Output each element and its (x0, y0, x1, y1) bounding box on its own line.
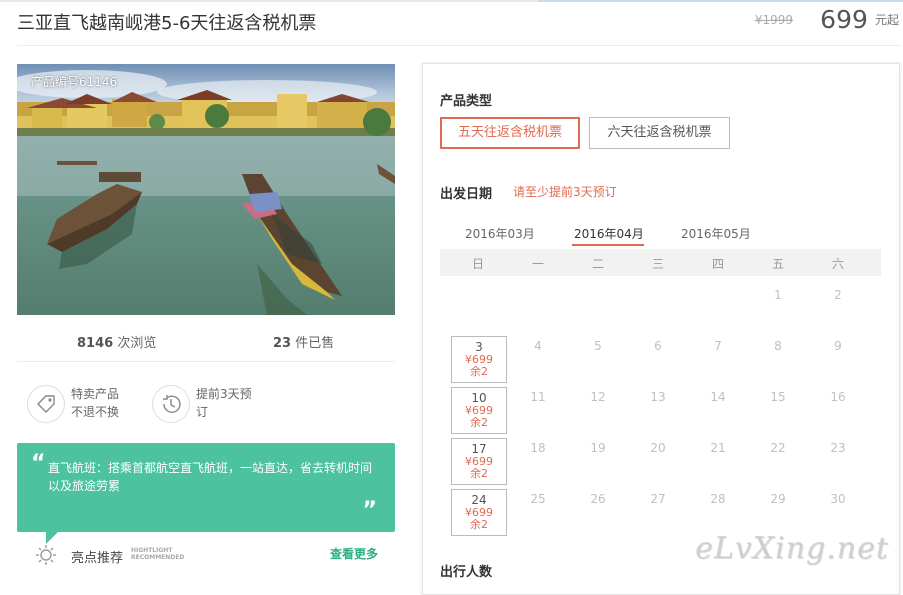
highlight-quote-text: 直飞航班：搭乘首都航空直飞航班，一站直达，省去转机时间以及旅途劳累 (48, 461, 373, 493)
type-option-5day[interactable]: 五天往返含税机票 (440, 117, 580, 149)
day-stock: 余2 (470, 365, 488, 378)
feature-line-1: 提前3天预 (196, 387, 252, 401)
day-cell: 22 (770, 441, 786, 455)
day-cell-available[interactable]: 17 ¥699 余2 (451, 438, 507, 485)
clock-icon (152, 385, 190, 423)
day-cell: 12 (590, 390, 606, 404)
day-cell: 5 (594, 339, 602, 353)
weekday-header: 日 一 二 三 四 五 六 (440, 249, 881, 276)
highlight-footer: 亮点推荐 HIGHTLIGHT RECOMMENDED 查看更多 (17, 540, 395, 570)
weekday-thu: 四 (711, 257, 724, 271)
title-divider (17, 45, 902, 46)
day-cell: 21 (710, 441, 726, 455)
feature-text-1: 特卖产品 不退不换 (71, 385, 119, 421)
product-title: 三亚直飞越南岘港5-6天往返含税机票 (17, 13, 317, 34)
highlight-quote-box: “ 直飞航班：搭乘首都航空直飞航班，一站直达，省去转机时间以及旅途劳累 ” (17, 443, 395, 532)
month-tab-2016-04[interactable]: 2016年04月 (574, 225, 644, 242)
day-cell: 11 (530, 390, 546, 404)
feature-text-2: 提前3天预订 (196, 385, 252, 421)
product-type-label: 产品类型 (440, 94, 493, 109)
day-cell: 20 (650, 441, 666, 455)
top-border-accent (538, 0, 903, 2)
day-cell: 6 (654, 339, 662, 353)
price-block: ¥1999 699 元起 (755, 5, 899, 34)
day-number: 10 (471, 391, 487, 405)
views-stat: 8146 次浏览 (77, 332, 156, 351)
day-cell: 4 (534, 339, 542, 353)
day-number: 17 (471, 442, 487, 456)
highlight-title-en: HIGHTLIGHT RECOMMENDED (131, 547, 184, 561)
day-number: 24 (471, 493, 487, 507)
booking-panel: 产品类型 五天往返含税机票 六天往返含税机票 出发日期 请至少提前3天预订 20… (422, 63, 900, 595)
day-cell: 29 (770, 492, 786, 506)
weekday-sat: 六 (831, 257, 844, 271)
price-unit: 元起 (874, 13, 899, 27)
day-number: 3 (475, 340, 483, 354)
day-cell-available[interactable]: 3 ¥699 余2 (451, 336, 507, 383)
active-month-indicator (572, 244, 644, 246)
day-cell: 14 (710, 390, 726, 404)
day-cell: 26 (590, 492, 606, 506)
day-cell: 27 (650, 492, 666, 506)
day-stock: 余2 (470, 416, 488, 429)
product-stats: 8146 次浏览 23 件已售 (17, 332, 395, 351)
product-id-label: 产品编号61146 (31, 75, 118, 89)
day-cell-available[interactable]: 10 ¥699 余2 (451, 387, 507, 434)
current-price: 699 (820, 5, 868, 34)
day-cell: 9 (834, 339, 842, 353)
stats-divider (17, 361, 395, 362)
weekday-mon: 一 (531, 257, 544, 271)
day-cell: 18 (530, 441, 546, 455)
day-cell: 1 (774, 288, 782, 302)
day-stock: 余2 (470, 518, 488, 531)
month-tab-2016-03[interactable]: 2016年03月 (465, 225, 535, 242)
day-cell: 23 (830, 441, 846, 455)
highlight-en-line-1: HIGHTLIGHT (131, 547, 173, 554)
day-cell: 2 (834, 288, 842, 302)
views-count: 8146 (77, 336, 114, 351)
day-cell: 28 (710, 492, 726, 506)
day-cell: 30 (830, 492, 846, 506)
month-tab-2016-05[interactable]: 2016年05月 (681, 225, 751, 242)
feature-line-2: 不退不换 (71, 405, 120, 419)
weekday-sun: 日 (471, 257, 484, 271)
sold-stat: 23 件已售 (273, 332, 334, 351)
day-cell: 16 (830, 390, 846, 404)
weekday-wed: 三 (651, 257, 664, 271)
travelers-label: 出行人数 (440, 565, 493, 580)
sun-icon (35, 544, 57, 566)
day-cell: 19 (590, 441, 606, 455)
sold-label: 件已售 (295, 336, 335, 351)
original-price: ¥1999 (754, 12, 794, 27)
product-photo: 产品编号61146 (17, 64, 395, 315)
day-stock: 余2 (470, 467, 488, 480)
booking-hint: 请至少提前3天预订 (513, 185, 617, 199)
view-more-link[interactable]: 查看更多 (330, 545, 378, 562)
departure-date-label: 出发日期 (440, 187, 493, 202)
feature-line-1: 特卖产品 (71, 387, 120, 401)
day-cell: 13 (650, 390, 666, 404)
highlight-en-line-2: RECOMMENDED (131, 554, 185, 561)
close-quote-icon: ” (362, 498, 377, 523)
highlight-title: 亮点推荐 (71, 551, 124, 566)
tag-icon (27, 385, 65, 423)
day-cell: 25 (530, 492, 546, 506)
weekday-fri: 五 (771, 257, 784, 271)
top-border (0, 0, 903, 2)
views-label: 次浏览 (117, 336, 157, 351)
day-cell: 15 (770, 390, 786, 404)
day-cell: 7 (714, 339, 722, 353)
feature-line-2: 订 (196, 405, 209, 419)
day-cell: 8 (774, 339, 782, 353)
type-option-6day[interactable]: 六天往返含税机票 (589, 117, 730, 149)
river-town-image (17, 64, 395, 315)
open-quote-icon: “ (31, 451, 46, 476)
day-cell-available[interactable]: 24 ¥699 余2 (451, 489, 507, 536)
site-watermark: eLvXing.net (695, 531, 889, 566)
sold-count: 23 (273, 336, 292, 351)
weekday-tue: 二 (591, 257, 604, 271)
